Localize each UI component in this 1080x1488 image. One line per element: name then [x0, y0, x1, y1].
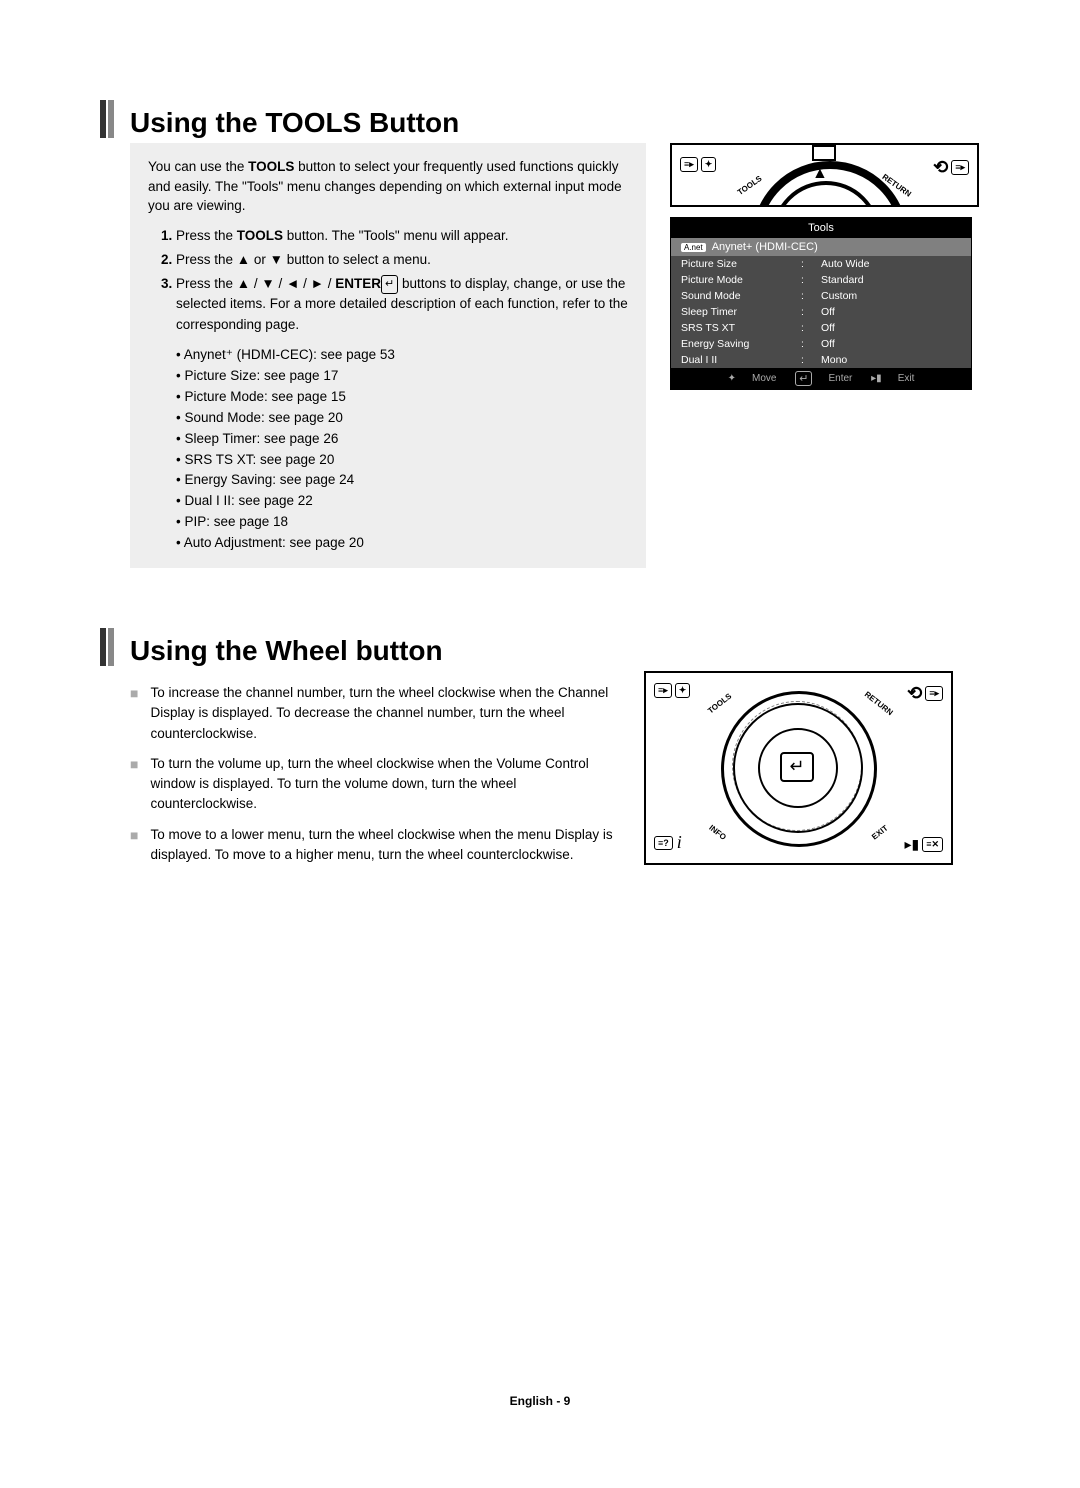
remote-wheel-illustration: ≡▸ ✦ TOOLS RETURN ⟲ ≡▸ ↵: [644, 671, 953, 865]
remote-icon-box: ✦: [701, 157, 717, 172]
list-item: ■To turn the volume up, turn the wheel c…: [130, 754, 620, 815]
tools-osd-menu: Tools A.net Anynet+ (HDMI-CEC) Picture S…: [670, 217, 972, 390]
nav-exit-icon: ▸▮: [871, 373, 882, 384]
bullet-item: Auto Adjustment: see page 20: [176, 533, 628, 554]
info-label: INFO: [707, 823, 728, 842]
tools-row: Sleep Timer:Off: [671, 304, 971, 320]
steps-list: Press the TOOLS button. The "Tools" menu…: [148, 226, 628, 335]
enter-icon: ↵: [381, 275, 398, 294]
tools-row: SRS TS XT:Off: [671, 320, 971, 336]
nav-enter-icon: ↵: [795, 371, 812, 386]
remote-icon-box: ≡▸: [925, 686, 943, 701]
bullet-item: SRS TS XT: see page 20: [176, 450, 628, 471]
tools-menu-highlight: A.net Anynet+ (HDMI-CEC): [671, 238, 971, 256]
reference-bullets: Anynet⁺ (HDMI-CEC): see page 53 Picture …: [148, 345, 628, 554]
bullet-item: Picture Size: see page 17: [176, 366, 628, 387]
section-wheel-button: Using the Wheel button ■To increase the …: [100, 628, 990, 875]
triangle-up-icon: ▲: [812, 165, 828, 183]
return-label: RETURN: [862, 690, 894, 718]
accent-bars: [100, 100, 118, 143]
step-2: Press the ▲ or ▼ button to select a menu…: [176, 250, 628, 270]
bullet-item: PIP: see page 18: [176, 512, 628, 533]
list-item: ■To increase the channel number, turn th…: [130, 683, 620, 744]
tools-row: Picture Mode:Standard: [671, 272, 971, 288]
tools-row: Picture Size:Auto Wide: [671, 256, 971, 272]
tools-label: TOOLS: [706, 692, 733, 716]
bullet-item: Sound Mode: see page 20: [176, 408, 628, 429]
bullet-item: Dual I II: see page 22: [176, 491, 628, 512]
remote-icon-box: ✦: [675, 683, 691, 698]
dpad-top: [812, 145, 836, 161]
exit-arrow-icon: ▸▮: [904, 836, 919, 853]
section-tools-button: Using the TOOLS Button You can use the T…: [100, 100, 990, 568]
tools-row: Sound Mode:Custom: [671, 288, 971, 304]
return-arrow-icon: ⟲: [907, 683, 922, 704]
tools-row: Energy Saving:Off: [671, 336, 971, 352]
anynet-pill: A.net: [681, 243, 706, 252]
nav-move-icon: ✦: [728, 373, 736, 384]
bullet-item: Picture Mode: see page 15: [176, 387, 628, 408]
bullet-item: Anynet⁺ (HDMI-CEC): see page 53: [176, 345, 628, 366]
return-arrow-icon: ⟲: [933, 157, 948, 178]
exit-label: EXIT: [870, 824, 890, 842]
tools-label: TOOLS: [736, 174, 764, 197]
square-marker-icon: ■: [130, 754, 138, 815]
section-title: Using the TOOLS Button: [130, 107, 990, 139]
info-i-icon: i: [677, 832, 682, 853]
list-item: ■To move to a lower menu, turn the wheel…: [130, 825, 620, 866]
gray-instruction-box: You can use the TOOLS button to select y…: [130, 143, 646, 568]
remote-icon-box: ≡▸: [654, 683, 672, 698]
intro-paragraph: You can use the TOOLS button to select y…: [148, 157, 628, 216]
square-marker-icon: ■: [130, 825, 138, 866]
wheel-instruction-list: ■To increase the channel number, turn th…: [130, 683, 620, 865]
step-1: Press the TOOLS button. The "Tools" menu…: [176, 226, 628, 246]
bullet-item: Sleep Timer: see page 26: [176, 429, 628, 450]
step-3: Press the ▲ / ▼ / ◄ / ► / ENTER↵ buttons…: [176, 274, 628, 335]
section-title: Using the Wheel button: [130, 635, 990, 667]
remote-icon-box: ≡?: [654, 836, 673, 850]
square-marker-icon: ■: [130, 683, 138, 744]
bullet-item: Energy Saving: see page 24: [176, 470, 628, 491]
remote-icon-box: ≡▸: [680, 157, 698, 172]
accent-bars: [100, 628, 118, 671]
tools-row: Dual I II:Mono: [671, 352, 971, 368]
wheel-hatch: [732, 701, 862, 831]
remote-icon-box: ≡✕: [922, 837, 943, 852]
tools-menu-title: Tools: [671, 218, 971, 238]
tools-nav-hints: ✦Move ↵Enter ▸▮Exit: [671, 368, 971, 389]
remote-top-illustration: ≡▸ ✦ TOOLS ▲ RETURN ⟲ ≡▸: [670, 143, 979, 207]
page-footer: English - 9: [0, 1394, 1080, 1408]
remote-icon-box: ≡▸: [951, 160, 969, 175]
highlight-text: Anynet+ (HDMI-CEC): [712, 241, 818, 253]
